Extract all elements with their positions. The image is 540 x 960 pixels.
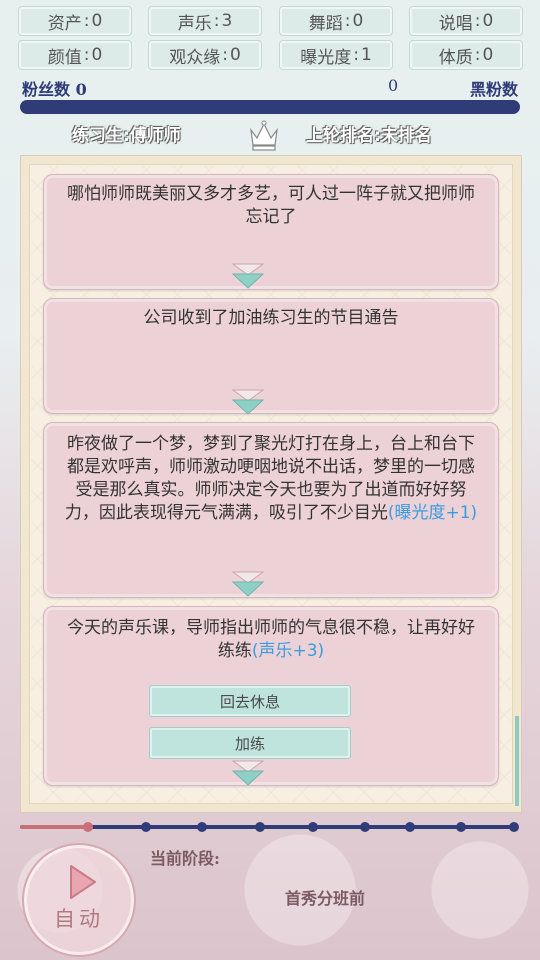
stat-separator: : [83, 11, 90, 31]
progress-node [255, 822, 265, 832]
crown-icon [250, 120, 278, 151]
stat-label: 资产 [47, 13, 82, 34]
continue-arrow-icon [231, 263, 265, 289]
progress-node [197, 822, 207, 832]
progress-node [405, 822, 415, 832]
event-text: 哪怕师师既美丽又多才多艺，可人过一阵子就又把师师忘记了 [67, 184, 475, 227]
fans-row: 粉丝数 0 0 黑粉数 [20, 76, 520, 99]
stat-label: 观众缘 [169, 47, 221, 68]
fans-label: 粉丝数 0 [22, 80, 87, 99]
fans-middle-value: 0 [388, 76, 399, 95]
choice-rest-button[interactable]: 回去休息 [149, 685, 351, 717]
stat-exposure: 曝光度:1 [279, 40, 393, 70]
event-text: 公司收到了加油练习生的节目通告 [143, 308, 399, 328]
stat-separator: : [474, 11, 481, 31]
stat-separator: : [474, 45, 481, 65]
stat-rap: 说唱:0 [409, 6, 523, 36]
progress-fill [20, 825, 88, 829]
stat-vocal: 声乐:3 [148, 6, 262, 36]
event-log-panel[interactable]: 哪怕师师既美丽又多才多艺，可人过一阵子就又把师师忘记了 公司收到了加油练习生的节… [20, 155, 522, 813]
play-icon [70, 865, 96, 899]
stat-separator: : [344, 11, 351, 31]
stat-label: 说唱 [438, 13, 473, 34]
stat-label: 舞蹈 [308, 13, 343, 34]
stat-separator: : [213, 11, 220, 31]
stat-assets: 资产:0 [18, 6, 132, 36]
trainee-name: 练习生:傅师师 [72, 126, 181, 146]
stat-separator: : [353, 45, 359, 65]
event-card: 昨夜做了一个梦，梦到了聚光灯打在身上，台上和台下都是欢呼声，师师激动哽咽地说不出… [43, 422, 499, 598]
fans-ratio-bar [20, 100, 520, 114]
event-highlight: (曝光度+1) [387, 503, 478, 523]
stat-value: 0 [482, 45, 494, 65]
progress-track [20, 825, 516, 829]
stat-value: 3 [221, 11, 233, 31]
progress-node-current [83, 822, 93, 832]
progress-node [456, 822, 466, 832]
stat-label: 体质 [438, 47, 473, 68]
stat-label: 曝光度 [300, 47, 352, 68]
stat-dance: 舞蹈:0 [279, 6, 393, 36]
stat-value: 0 [482, 11, 494, 31]
continue-arrow-icon [231, 571, 265, 597]
stat-value: 1 [360, 45, 372, 65]
choice-practice-button[interactable]: 加练 [149, 727, 351, 759]
stat-value: 0 [91, 11, 103, 31]
continue-arrow-icon[interactable] [231, 759, 265, 787]
progress-node [360, 822, 370, 832]
progress-node [509, 822, 519, 832]
last-rank: 上轮排名:未排名 [306, 126, 432, 146]
black-fans-label: 黑粉数 [469, 80, 518, 99]
stat-physique: 体质:0 [409, 40, 523, 70]
auto-play-label: 自动 [54, 907, 104, 931]
event-card: 哪怕师师既美丽又多才多艺，可人过一阵子就又把师师忘记了 [43, 174, 499, 290]
progress-node [308, 822, 318, 832]
event-card: 公司收到了加油练习生的节目通告 [43, 298, 499, 414]
stage-progress-bar [20, 820, 520, 834]
stat-separator: : [83, 45, 90, 65]
continue-arrow-icon [231, 389, 265, 415]
current-stage-value: 首秀分班前 [285, 889, 366, 908]
panel-scroll-indicator [515, 716, 519, 806]
stat-separator: : [222, 45, 228, 65]
event-highlight: (声乐+3) [251, 641, 325, 661]
progress-node [141, 822, 151, 832]
auto-play-button[interactable]: 自动 [22, 843, 136, 957]
stat-label: 声乐 [177, 13, 212, 34]
stat-looks: 颜值:0 [18, 40, 132, 70]
stat-popularity: 观众缘:0 [148, 40, 262, 70]
stat-value: 0 [229, 45, 241, 65]
stat-label: 颜值 [47, 47, 82, 68]
stat-value: 0 [91, 45, 103, 65]
current-stage-label: 当前阶段: [150, 849, 220, 868]
stat-value: 0 [352, 11, 364, 31]
